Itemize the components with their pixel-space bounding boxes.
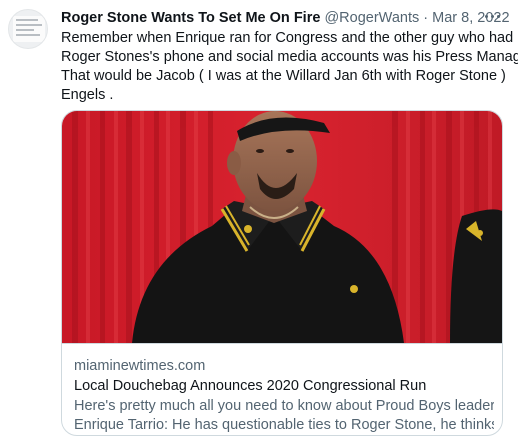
header-separator: ·	[423, 10, 429, 26]
author-name[interactable]: Roger Stone Wants To Set Me On Fire	[61, 10, 320, 26]
author-handle[interactable]: @RogerWants	[324, 10, 419, 26]
link-card[interactable]: miaminewtimes.com Local Douchebag Announ…	[61, 110, 503, 436]
card-description-line: Here's pretty much all you need to know …	[74, 398, 494, 414]
card-title[interactable]: Local Douchebag Announces 2020 Congressi…	[74, 377, 426, 395]
card-text[interactable]: miaminewtimes.com Local Douchebag Announ…	[62, 343, 502, 435]
tweet-text-line: Engels .	[61, 87, 114, 103]
card-image[interactable]	[62, 111, 502, 343]
tweet-header: Roger Stone Wants To Set Me On Fire @Rog…	[61, 9, 510, 28]
tweet-text-line: That would be Jacob ( I was at the Willa…	[61, 68, 506, 84]
photo-man-in-black-polo-red-background	[62, 111, 502, 343]
tweet-text-line: Roger Stones's phone and social media ac…	[61, 49, 518, 65]
tweet-text: Remember when Enrique ran for Congress a…	[61, 29, 518, 105]
card-description-line: Enrique Tarrio: He has questionable ties…	[74, 417, 494, 433]
card-description: Here's pretty much all you need to know …	[74, 397, 494, 435]
tweet[interactable]: Roger Stone Wants To Set Me On Fire @Rog…	[0, 0, 518, 437]
avatar-image	[13, 16, 45, 42]
more-horizontal-icon[interactable]	[482, 6, 502, 26]
card-domain: miaminewtimes.com	[74, 358, 206, 374]
avatar[interactable]	[8, 9, 48, 49]
tweet-text-line: Remember when Enrique ran for Congress a…	[61, 30, 514, 46]
